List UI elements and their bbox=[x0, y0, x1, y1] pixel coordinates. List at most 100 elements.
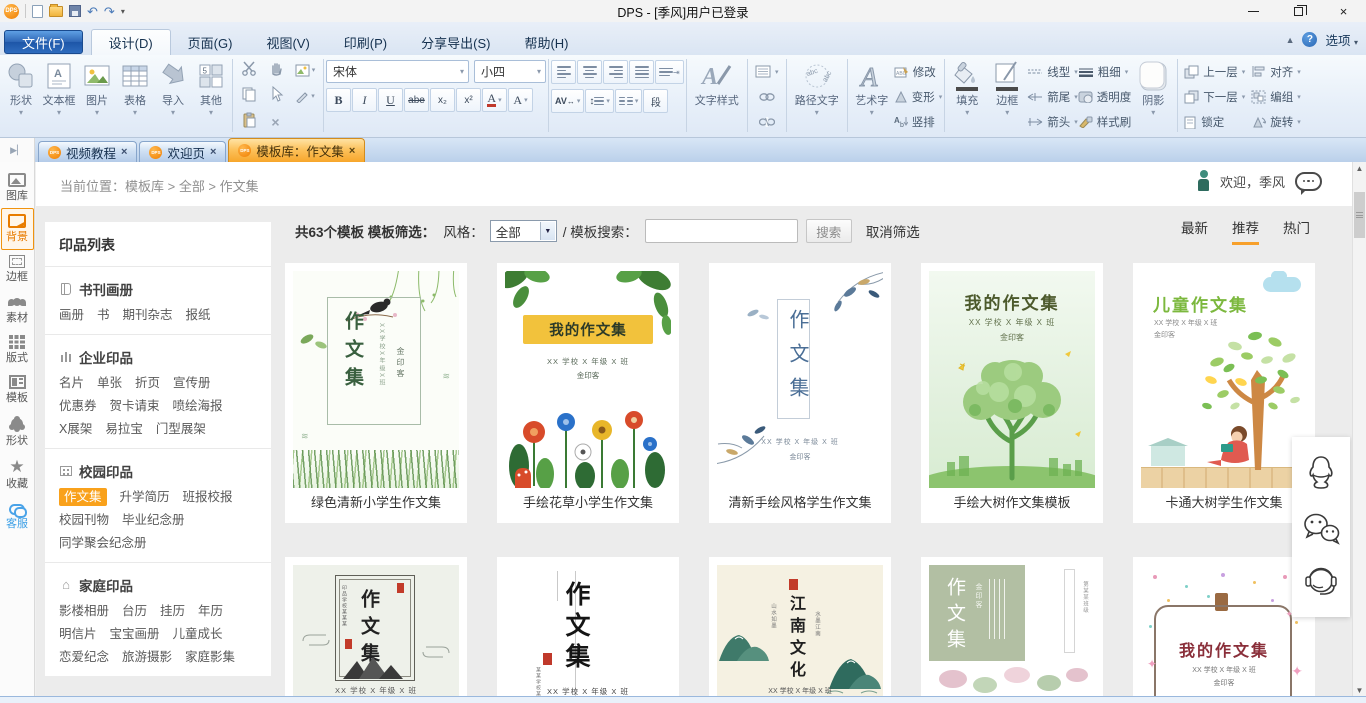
catalog-link[interactable]: 旅游摄影 bbox=[122, 650, 172, 664]
catalog-link[interactable]: 贺卡请束 bbox=[110, 399, 160, 413]
template-cover[interactable]: 我的作文集 XX 学校 X 年级 X 班 金印客 bbox=[929, 271, 1095, 488]
catalog-link[interactable]: 报纸 bbox=[186, 308, 211, 322]
scrollbar-thumb[interactable] bbox=[1354, 192, 1365, 238]
rail-item-border[interactable]: 边框 bbox=[1, 250, 34, 289]
template-caption[interactable]: 手绘花草小学生作文集 bbox=[505, 488, 671, 515]
select-cursor-icon[interactable] bbox=[268, 85, 284, 107]
menu-tab-page[interactable]: 页面(G) bbox=[171, 29, 250, 55]
search-button[interactable]: 搜索 bbox=[805, 219, 852, 243]
scroll-up-icon[interactable]: ▲ bbox=[1353, 164, 1366, 173]
image-pick-icon[interactable]: ▾ bbox=[295, 64, 315, 77]
thickness-button[interactable]: 粗细 ▾ bbox=[1078, 59, 1132, 84]
rail-item-favorites[interactable]: ★ 收藏 bbox=[1, 453, 34, 496]
link-icon[interactable] bbox=[759, 84, 775, 109]
highlight-color-button[interactable]: A ▾ bbox=[508, 88, 533, 112]
catalog-link[interactable]: 毕业纪念册 bbox=[122, 513, 185, 527]
template-cover[interactable]: 作文集 XX学校X年级X班 金印客 ≋ ≋ bbox=[293, 271, 459, 488]
headset-icon[interactable] bbox=[1301, 563, 1341, 601]
rail-item-background[interactable]: 背景 bbox=[0, 208, 34, 250]
template-caption[interactable]: 卡通大树学生作文集 bbox=[1141, 488, 1307, 515]
pan-hand-icon[interactable] bbox=[268, 60, 284, 81]
tab-close-icon[interactable]: × bbox=[121, 146, 127, 158]
group-button[interactable]: 编组 ▾ bbox=[1251, 84, 1301, 109]
import-tool[interactable]: 导入 ▾ bbox=[154, 56, 192, 135]
menu-tab-design[interactable]: 设计(D) bbox=[90, 29, 171, 55]
menu-tab-share[interactable]: 分享导出(S) bbox=[404, 29, 507, 55]
menu-tab-view[interactable]: 视图(V) bbox=[249, 29, 326, 55]
catalog-link[interactable]: 画册 bbox=[59, 308, 84, 322]
arrow-head-button[interactable]: 箭头 ▾ bbox=[1027, 109, 1078, 134]
minimize-button[interactable] bbox=[1231, 0, 1276, 22]
underline-button[interactable]: U bbox=[378, 88, 403, 112]
arrow-tail-button[interactable]: 箭尾 ▾ bbox=[1027, 84, 1078, 109]
font-size-select[interactable]: 小四 ▾ bbox=[474, 60, 546, 83]
template-caption[interactable]: 绿色清新小学生作文集 bbox=[293, 488, 459, 515]
template-caption[interactable]: 清新手绘风格学生作文集 bbox=[717, 488, 883, 515]
unlink-icon[interactable] bbox=[758, 109, 775, 134]
template-cover[interactable]: 我的作文集 XX 学校 X 年级 X 班 金印客 bbox=[505, 271, 671, 488]
distribute-button[interactable]: ⇥ bbox=[655, 60, 684, 84]
catalog-link[interactable]: 折页 bbox=[135, 376, 160, 390]
catalog-link[interactable]: X展架 bbox=[59, 422, 92, 436]
strikethrough-button[interactable]: abe bbox=[404, 88, 429, 112]
path-text-tool[interactable]: abc abc 路径文字 ▾ bbox=[789, 56, 845, 135]
rail-item-support[interactable]: 客服 bbox=[1, 496, 34, 536]
italic-button[interactable]: I bbox=[352, 88, 377, 112]
image-tool[interactable]: 图片 ▾ bbox=[78, 56, 116, 135]
catalog-link[interactable]: 宝宝画册 bbox=[110, 627, 160, 641]
template-cover[interactable]: 作文集 某某学校某年级 XX 学校 X 年级 X 班 bbox=[505, 565, 671, 696]
shape-tool[interactable]: 形状 ▾ bbox=[2, 56, 40, 135]
menu-tab-print[interactable]: 印刷(P) bbox=[327, 29, 404, 55]
template-cover[interactable]: 作文集 金印客 第某某班级 bbox=[929, 565, 1095, 696]
template-cover[interactable]: 作文集 印品学校某某某 XX 学校 X 年级 X 班 bbox=[293, 565, 459, 696]
options-button[interactable]: 选项 ▾ bbox=[1325, 30, 1358, 49]
deform-button[interactable]: 变形 ▾ bbox=[894, 84, 942, 109]
line-spacing-button[interactable]: ↕ ▾ bbox=[585, 89, 614, 113]
search-input[interactable] bbox=[644, 219, 798, 243]
align-center-button[interactable] bbox=[577, 60, 602, 84]
doc-tab-welcome[interactable]: DPS 欢迎页 × bbox=[139, 141, 227, 162]
align-objects-button[interactable]: 对齐 ▾ bbox=[1251, 59, 1301, 84]
tab-close-icon[interactable]: × bbox=[349, 145, 355, 157]
line-type-button[interactable]: 线型 ▾ bbox=[1027, 59, 1078, 84]
rail-item-shape[interactable]: 形状 bbox=[1, 410, 34, 453]
catalog-link[interactable]: 门型展架 bbox=[156, 422, 206, 436]
help-icon[interactable]: ? bbox=[1302, 32, 1318, 47]
superscript-button[interactable]: x² bbox=[456, 88, 481, 112]
catalog-link[interactable]: 宣传册 bbox=[173, 376, 211, 390]
catalog-link[interactable]: 班报校报 bbox=[183, 490, 233, 504]
style-select[interactable]: 全部 ▼ bbox=[489, 220, 557, 242]
textbox-tool[interactable]: A 文本框 ▾ bbox=[40, 56, 78, 135]
align-left-button[interactable] bbox=[551, 60, 576, 84]
restore-button[interactable] bbox=[1276, 0, 1321, 22]
catalog-link[interactable]: 校园刊物 bbox=[59, 513, 109, 527]
border-tool[interactable]: 边框 ▾ bbox=[987, 56, 1027, 135]
rail-item-material[interactable]: 素材 bbox=[1, 289, 34, 330]
catalog-link-active[interactable]: 作文集 bbox=[59, 488, 107, 506]
lock-button[interactable]: 锁定 bbox=[1184, 109, 1245, 134]
menu-tab-file[interactable]: 文件(F) bbox=[4, 30, 83, 54]
char-spacing-button[interactable]: AV ↔ ▾ bbox=[551, 89, 585, 113]
catalog-link[interactable]: 易拉宝 bbox=[105, 422, 143, 436]
font-color-button[interactable]: A ▾ bbox=[482, 88, 507, 112]
doc-tab-video-tutorial[interactable]: DPS 视频教程 × bbox=[38, 141, 138, 162]
tab-close-icon[interactable]: × bbox=[210, 146, 216, 158]
scroll-down-icon[interactable]: ▼ bbox=[1353, 686, 1366, 695]
catalog-link[interactable]: 喷绘海报 bbox=[173, 399, 223, 413]
qq-icon[interactable] bbox=[1302, 453, 1340, 493]
paste-icon[interactable] bbox=[241, 112, 257, 133]
wechat-icon[interactable] bbox=[1301, 510, 1341, 546]
bold-button[interactable]: B bbox=[326, 88, 351, 112]
text-style-tool[interactable]: A 文字样式 bbox=[689, 56, 745, 135]
table-tool[interactable]: 表格 ▾ bbox=[116, 56, 154, 135]
catalog-link[interactable]: 名片 bbox=[59, 376, 84, 390]
menu-tab-help[interactable]: 帮助(H) bbox=[507, 29, 585, 55]
rail-item-template[interactable]: 模板 bbox=[1, 370, 34, 410]
catalog-link[interactable]: 期刊杂志 bbox=[123, 308, 173, 322]
doc-tab-template-library[interactable]: DPS 模板库：作文集 × bbox=[228, 138, 366, 162]
justify-button[interactable] bbox=[629, 60, 654, 84]
edit-points-icon[interactable]: ▾ bbox=[295, 89, 315, 103]
text-frame-icon[interactable]: ▾ bbox=[755, 59, 778, 84]
fill-tool[interactable]: 填充 ▾ bbox=[947, 56, 987, 135]
sort-newest[interactable]: 最新 bbox=[1181, 217, 1208, 245]
